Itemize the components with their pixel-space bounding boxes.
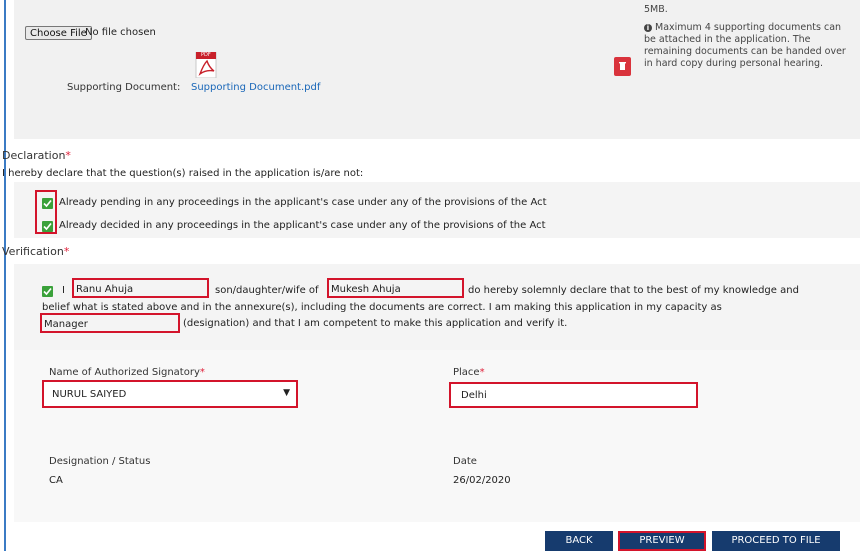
required-mark: * — [63, 245, 70, 258]
back-button[interactable]: BACK — [545, 531, 613, 551]
note-size: 5MB. — [644, 4, 668, 15]
preview-button[interactable]: PREVIEW — [618, 531, 706, 551]
verification-name-value: Ranu Ahuja — [76, 284, 134, 295]
signatory-select-value: NURUL SAIYED — [52, 389, 127, 400]
signatory-label-text: Name of Authorized Signatory — [49, 367, 200, 378]
declaration-intro: I hereby declare that the question(s) ra… — [2, 168, 364, 179]
left-accent-bar — [4, 0, 6, 551]
pdf-badge: PDF — [201, 52, 211, 58]
verification-name-field[interactable]: Ranu Ahuja — [72, 278, 209, 298]
required-mark: * — [199, 367, 205, 378]
supporting-document-link[interactable]: Supporting Document.pdf — [191, 82, 320, 93]
proceed-to-file-button[interactable]: PROCEED TO FILE — [712, 531, 840, 551]
dropdown-arrow-icon: ▼ — [283, 388, 290, 398]
verification-relation: son/daughter/wife of — [215, 285, 319, 296]
note-text: Maximum 4 supporting documents can be at… — [644, 22, 846, 69]
date-value: 26/02/2020 — [453, 475, 511, 486]
verification-designation-value: Manager — [44, 319, 88, 330]
upload-note: 5MB. i Maximum 4 supporting documents can… — [644, 4, 850, 70]
place-label-text: Place — [453, 367, 480, 378]
verification-text-2: belief what is stated above and in the a… — [42, 302, 722, 313]
declaration-title: Declaration* — [2, 149, 71, 162]
verification-title-text: Verification — [2, 245, 64, 258]
verification-designation-field[interactable]: Manager — [40, 313, 180, 333]
designation-label: Designation / Status — [49, 456, 151, 467]
no-file-text: No file chosen — [85, 27, 156, 38]
checkbox-highlight — [35, 190, 57, 234]
declaration-title-text: Declaration — [2, 149, 66, 162]
place-input[interactable]: Delhi — [449, 382, 698, 408]
designation-value: CA — [49, 475, 63, 486]
choose-file-button[interactable]: Choose File — [25, 26, 92, 40]
date-label: Date — [453, 456, 477, 467]
checkbox-verification[interactable] — [42, 286, 53, 297]
place-label: Place* — [453, 367, 485, 378]
signatory-label: Name of Authorized Signatory* — [49, 367, 205, 378]
signatory-select[interactable]: NURUL SAIYED ▼ — [42, 380, 298, 408]
trash-icon — [619, 62, 626, 70]
delete-document-button[interactable] — [614, 57, 631, 76]
info-icon: i — [644, 24, 652, 32]
place-input-value: Delhi — [461, 390, 487, 401]
verification-text-3: (designation) and that I am competent to… — [183, 318, 568, 329]
verification-title: Verification* — [2, 245, 69, 258]
verification-text-1: do hereby solemnly declare that to the b… — [468, 285, 799, 296]
verification-parent-field[interactable]: Mukesh Ahuja — [327, 278, 464, 298]
supporting-document-label: Supporting Document: — [67, 82, 181, 93]
required-mark: * — [65, 149, 71, 162]
verification-parent-value: Mukesh Ahuja — [331, 284, 401, 295]
declaration-item-pending: Already pending in any proceedings in th… — [59, 197, 547, 208]
declaration-item-decided: Already decided in any proceedings in th… — [59, 220, 546, 231]
verification-prefix: I — [62, 285, 65, 296]
pdf-icon[interactable]: PDF — [195, 51, 217, 79]
required-mark: * — [479, 367, 485, 378]
note-body: i Maximum 4 supporting documents can be a… — [644, 22, 850, 70]
